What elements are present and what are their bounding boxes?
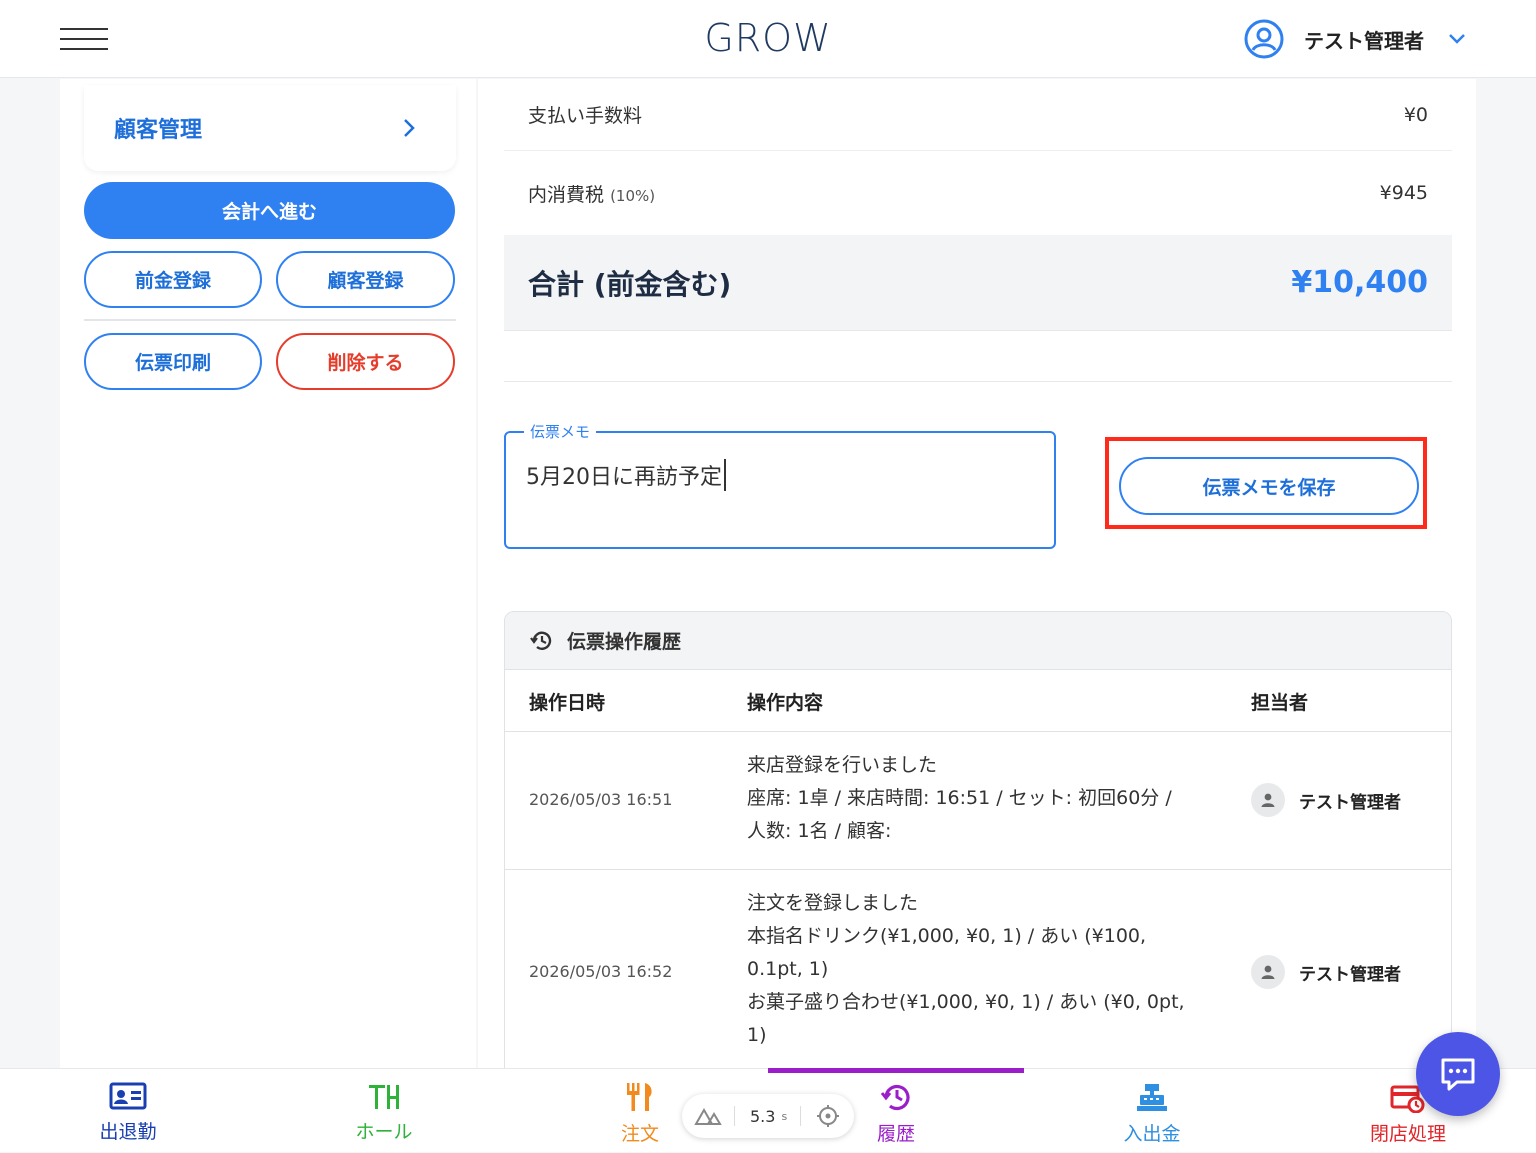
column-header: 担当者 [1251,692,1309,714]
tax-value: ¥945 [1379,182,1428,204]
customer-register-button[interactable]: 顧客登録 [276,251,455,308]
history-title: 伝票操作履歴 [567,631,682,653]
table-row: 2026/05/03 16:51 来店登録を行いました 座席: 1卓 / 来店時… [505,732,1451,870]
history-header: 伝票操作履歴 [505,612,1451,670]
nav-label: 注文 [620,1123,659,1145]
customer-management-label: 顧客管理 [114,118,203,143]
table-icon [369,1085,399,1109]
nav-cash[interactable]: 入出金 [1024,1069,1280,1153]
advance-payment-button[interactable]: 前金登録 [84,251,262,308]
history-icon [880,1084,910,1111]
target-icon[interactable] [816,1104,840,1128]
fee-value: ¥0 [1403,103,1428,126]
devtools-time: 5.3 [750,1106,776,1126]
staff-name: テスト管理者 [1299,792,1401,813]
operation-history-panel: 伝票操作履歴 操作日時 操作内容 担当者 2026/05/03 16:51 来店… [504,611,1452,1081]
chat-button[interactable] [1416,1032,1500,1116]
devtools-unit: s [781,1109,788,1123]
column-header: 操作内容 [747,692,824,714]
slip-memo-label: 伝票メモ [524,421,597,442]
slip-memo-input[interactable]: 5月20日に再訪予定 [526,459,726,491]
fee-row: 支払い手数料 ¥0 [504,79,1452,151]
customer-management-link[interactable]: 顧客管理 [84,85,456,171]
table-row: 2026/05/03 16:52 注文を登録しました 本指名ドリンク(¥1,00… [505,870,1451,1080]
checkout-button[interactable]: 会計へ進む [84,182,455,239]
operation-content: 来店登録を行いました 座席: 1卓 / 来店時間: 16:51 / セット: 初… [747,749,1207,848]
user-menu[interactable]: テスト管理者 [1244,19,1466,59]
person-icon [1251,955,1285,989]
operation-date: 2026/05/03 16:52 [529,962,673,981]
tax-rate: (10%) [610,186,656,205]
history-icon [530,631,552,650]
history-table-header: 操作日時 操作内容 担当者 [505,670,1451,732]
tax-row: 内消費税 (10%) ¥945 [504,151,1452,235]
divider [504,381,1452,382]
delete-button[interactable]: 削除する [276,333,455,390]
total-value: ¥10,400 [1291,265,1428,300]
menu-icon[interactable] [60,24,108,52]
chat-icon [1441,1058,1475,1091]
nav-label: 閉店処理 [1369,1123,1446,1145]
fork-knife-icon [627,1083,652,1111]
highlight-box: 伝票メモを保存 [1105,437,1427,529]
content-line: 人数: 1名 / 顧客: [747,820,892,842]
user-avatar-icon [1244,19,1284,59]
slip-memo-field[interactable]: 伝票メモ 5月20日に再訪予定 [504,421,1056,549]
id-card-icon [109,1082,147,1110]
nav-label: 入出金 [1123,1123,1181,1145]
nav-hall[interactable]: ホール [256,1069,512,1153]
nav-label: 履歴 [876,1123,915,1145]
app-header: GROW テスト管理者 [0,0,1536,78]
tax-label: 内消費税 [528,183,605,206]
nav-label: ホール [355,1121,413,1143]
content-line: 1) [747,1024,767,1046]
total-label: 合計 (前金含む) [528,267,732,301]
chevron-right-icon [404,119,415,137]
nav-attendance[interactable]: 出退勤 [0,1069,256,1153]
user-name: テスト管理者 [1304,28,1424,53]
print-slip-button[interactable]: 伝票印刷 [84,333,262,390]
content-line: お菓子盛り合わせ(¥1,000, ¥0, 1) / あい (¥0, 0pt, [747,991,1185,1013]
content-line: 本指名ドリンク(¥1,000, ¥0, 1) / あい (¥100, [747,925,1147,947]
save-memo-button[interactable]: 伝票メモを保存 [1119,457,1419,515]
staff-cell: テスト管理者 [1251,783,1401,817]
operation-date: 2026/05/03 16:51 [529,790,673,809]
nav-label: 出退勤 [99,1121,157,1143]
content-line: 来店登録を行いました [747,754,938,776]
right-gutter [1476,79,1536,1069]
content-line: 0.1pt, 1) [747,958,829,980]
content-line: 座席: 1卓 / 来店時間: 16:51 / セット: 初回60分 / [747,787,1172,809]
person-icon [1251,783,1285,817]
divider [734,1106,735,1126]
main-content: 支払い手数料 ¥0 内消費税 (10%) ¥945 合計 (前金含む) ¥10,… [478,79,1476,1081]
left-panel: 顧客管理 会計へ進む 前金登録 顧客登録 伝票印刷 削除する [60,79,476,1069]
staff-name: テスト管理者 [1299,964,1401,985]
cash-register-icon [1137,1084,1167,1111]
staff-cell: テスト管理者 [1251,955,1401,989]
chevron-down-icon [1449,34,1465,44]
devtools-pill[interactable]: 5.3 s [682,1094,854,1138]
divider [800,1106,801,1126]
content-line: 注文を登録しました [747,892,919,914]
divider [84,319,456,321]
fee-label: 支払い手数料 [528,105,643,127]
column-header: 操作日時 [529,692,606,714]
operation-content: 注文を登録しました 本指名ドリンク(¥1,000, ¥0, 1) / あい (¥… [747,887,1207,1052]
nuxt-logo-icon [694,1107,722,1125]
total-row: 合計 (前金含む) ¥10,400 [504,235,1452,331]
